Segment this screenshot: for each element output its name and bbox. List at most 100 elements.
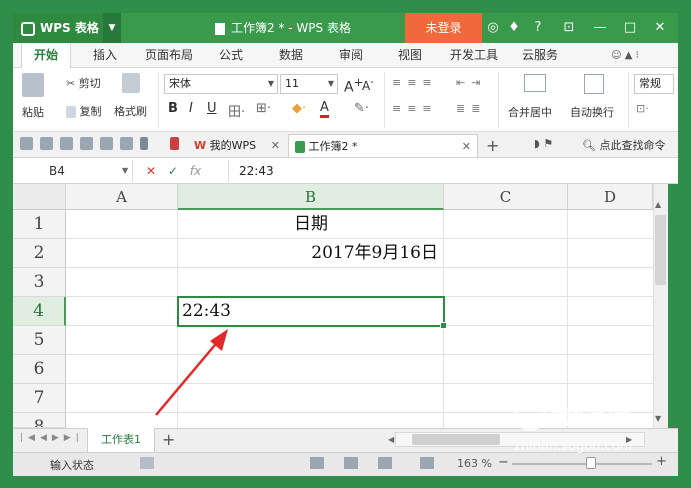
page-break-view-icon[interactable] [344,457,358,469]
open-icon[interactable] [20,137,33,150]
shirt-icon[interactable]: ♦ [504,13,524,43]
font-name-select[interactable]: 宋体 ▼ [164,74,278,94]
doc-tab-workbook[interactable]: 工作簿2 * ✕ [288,134,478,157]
page-layout-view-icon[interactable] [378,457,392,469]
column-header-b[interactable]: B [178,184,444,210]
fill-color-icon[interactable]: ◆· [292,101,306,116]
maximize-icon[interactable]: □ [618,13,642,43]
cell-b2[interactable]: 2017年9月16日 [178,239,444,268]
pdf-icon[interactable] [60,137,73,150]
formula-input[interactable]: 22:43 [228,160,668,182]
align-top-icons[interactable]: ≡≡≡ [392,76,438,89]
row-header[interactable]: 6 [13,355,66,384]
row-header[interactable]: 3 [13,268,66,297]
preview-icon[interactable] [100,137,113,150]
select-all-corner[interactable] [13,184,66,210]
chevron-down-icon[interactable]: ▼ [122,166,128,175]
underline-button[interactable]: U [207,101,217,116]
chevron-down-icon[interactable]: ▼ [103,13,121,43]
align-left-icons[interactable]: ≡≡≡ [392,102,438,115]
italic-button[interactable]: I [189,101,193,116]
number-format-select[interactable]: 常规 [634,74,674,94]
sheet-nav-icons[interactable]: |◀◀▶▶| [20,433,84,443]
tab-developer[interactable]: 开发工具 [443,43,505,68]
cell-b1[interactable]: 日期 [178,210,444,239]
row-header[interactable]: 8 [13,413,66,428]
wrap-icon[interactable] [584,74,604,94]
close-tab-icon[interactable]: ✕ [462,135,471,158]
skin-icon[interactable]: ◎ [484,13,502,43]
distributed-icons[interactable]: ≣≣ [456,102,486,115]
ribbon-extra-controls[interactable]: ☺ ▲ ⁝ [585,43,665,68]
column-header-a[interactable]: A [66,184,178,210]
confirm-icon[interactable]: ✓ [168,164,178,178]
scroll-left-icon[interactable]: ◀ [388,435,394,444]
paste-button[interactable]: 粘贴 [22,104,44,120]
font-size-select[interactable]: 11 ▼ [280,74,338,94]
help-button[interactable]: ? [527,13,549,43]
row-header[interactable]: 2 [13,239,66,268]
row-header[interactable]: 7 [13,384,66,413]
macro-icon[interactable] [140,457,154,469]
font-color-button[interactable]: A [320,100,329,118]
merge-button[interactable]: 合并居中 [508,104,552,120]
cancel-icon[interactable]: ✕ [146,164,156,178]
tab-view[interactable]: 视图 [385,43,435,68]
column-header-c[interactable]: C [444,184,568,210]
close-icon[interactable]: ✕ [648,13,672,43]
print-icon[interactable] [80,137,93,150]
tab-cloud[interactable]: 云服务 [512,43,568,68]
zoom-out-icon[interactable]: − [498,455,509,470]
normal-view-icon[interactable] [310,457,324,469]
sheet-tab-1[interactable]: 工作表1 [87,428,155,452]
vertical-scroll-thumb[interactable] [655,215,666,285]
save-icon[interactable] [40,137,53,150]
undo-icon[interactable] [120,137,133,150]
merge-icon[interactable] [524,74,546,92]
row-header[interactable]: 1 [13,210,66,239]
doc-tab-mywps[interactable]: W 我的WPS ✕ [188,134,286,157]
format-painter-icon[interactable] [122,73,144,95]
column-header-d[interactable]: D [568,184,653,210]
login-button[interactable]: 未登录 [405,13,482,43]
tab-home[interactable]: 开始 [21,43,71,68]
border-icon[interactable]: 田· [228,101,245,120]
zoom-level[interactable]: 163 % [457,457,492,470]
reading-mode-icon[interactable] [420,457,434,469]
row-header[interactable]: 5 [13,326,66,355]
eraser-icon[interactable]: ✎· [354,101,369,116]
tab-page-layout[interactable]: 页面布局 [138,43,200,68]
number-format-icons[interactable]: ⊡· [636,102,649,115]
fx-icon[interactable]: fx [190,164,201,178]
tab-review[interactable]: 审阅 [326,43,376,68]
format-painter-button[interactable]: 格式刷 [114,103,147,119]
cell-style-icon[interactable]: ⊞· [256,101,271,116]
name-box[interactable]: B4 [13,160,133,182]
indent-icons[interactable]: ⇤⇥ [456,76,486,89]
tab-data[interactable]: 数据 [266,43,316,68]
paste-icon[interactable] [22,73,48,99]
row-header[interactable]: 4 [13,297,66,326]
more-icon[interactable] [140,137,148,150]
cell-b4-active[interactable]: 22:43 [177,296,447,329]
tab-formulas[interactable]: 公式 [206,43,256,68]
bold-button[interactable]: B [168,101,178,116]
new-tab-button[interactable]: + [480,134,502,157]
copy-button[interactable]: 复制 [66,103,102,119]
shrink-font-button[interactable]: A- [362,77,374,93]
minimize-icon[interactable]: — [588,13,612,43]
scroll-up-icon[interactable]: ▲ [655,200,661,209]
wrap-text-button[interactable]: 自动换行 [570,104,614,120]
quick-access-menu-icon[interactable] [170,137,179,150]
app-menu-button[interactable]: WPS 表格 ▼ [13,13,121,43]
command-search[interactable]: 🔍︎ 点此查找命令 [582,137,665,153]
close-tab-icon[interactable]: ✕ [271,134,280,157]
restore-window-icon[interactable]: ⊡ [558,13,580,43]
cut-button[interactable]: ✂ 剪切 [66,75,101,91]
fill-handle[interactable] [440,322,447,329]
tab-insert[interactable]: 插入 [80,43,130,68]
grow-font-button[interactable]: A+ [344,75,363,96]
tab-tools-icons[interactable]: ◗ ⚑ [534,137,553,150]
horizontal-scroll-thumb[interactable] [412,434,500,445]
add-sheet-button[interactable]: + [162,430,175,449]
